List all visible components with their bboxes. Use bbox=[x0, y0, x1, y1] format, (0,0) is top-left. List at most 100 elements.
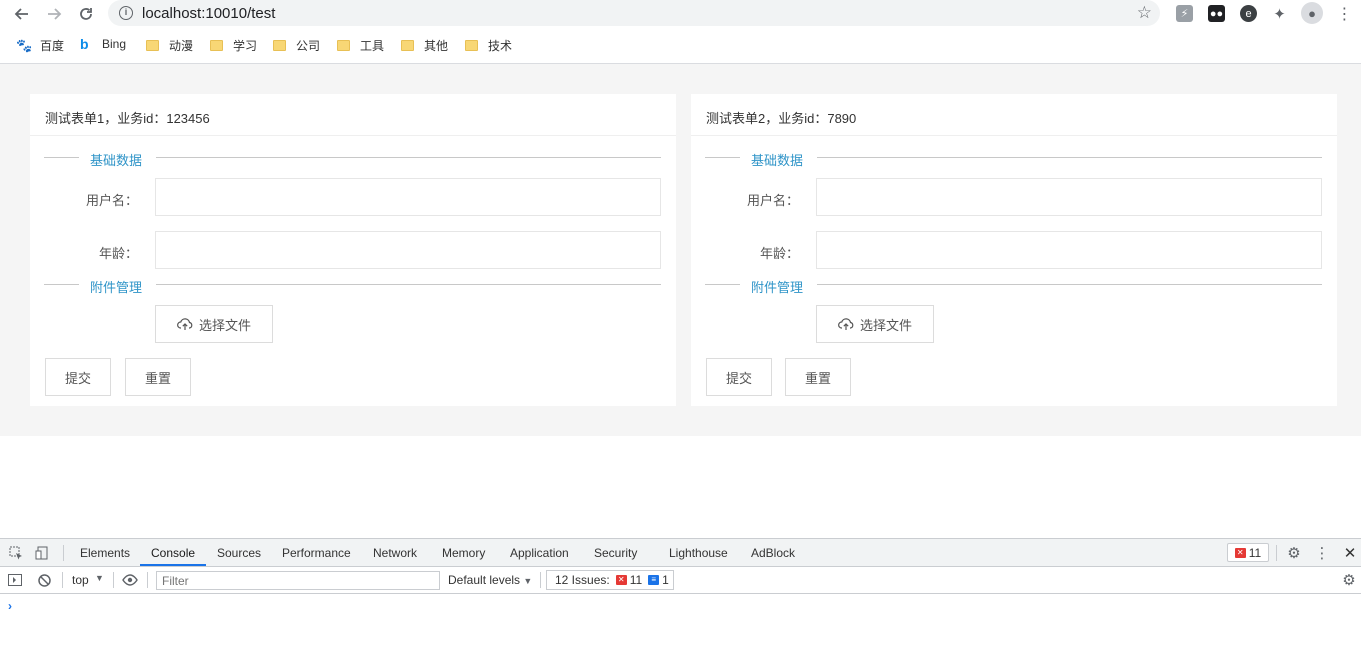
forward-arrow-icon[interactable] bbox=[44, 4, 64, 24]
issues-label: 12 Issues: bbox=[555, 573, 610, 587]
tab-sources[interactable]: Sources bbox=[217, 546, 261, 560]
inspect-element-icon[interactable] bbox=[8, 545, 24, 561]
error-icon: ✕ bbox=[1234, 547, 1246, 558]
sidebar-toggle-icon[interactable] bbox=[7, 572, 23, 588]
info-icon[interactable]: i bbox=[119, 6, 133, 20]
tab-application[interactable]: Application bbox=[510, 546, 569, 560]
bookmark-star-icon[interactable]: ☆ bbox=[1137, 3, 1152, 23]
devtools-tab-bar: Elements Console Sources Performance Net… bbox=[0, 539, 1361, 567]
cloud-upload-icon bbox=[838, 318, 854, 330]
tab-console[interactable]: Console bbox=[151, 546, 195, 560]
bookmark-label: 其他 bbox=[424, 39, 449, 53]
console-toolbar: top ▼ Filter Default levels ▼ 12 Issues:… bbox=[0, 567, 1361, 594]
reset-button[interactable]: 重置 bbox=[125, 358, 191, 396]
console-settings-gear-icon[interactable]: ⚙ bbox=[1341, 572, 1357, 589]
cloud-upload-icon bbox=[177, 318, 193, 330]
reload-icon[interactable] bbox=[76, 4, 96, 24]
bookmark-label: 学习 bbox=[233, 39, 258, 53]
card-header: 测试表单1，业务id：123456 bbox=[30, 94, 676, 136]
bookmark-label: Bing bbox=[102, 37, 127, 51]
tab-security[interactable]: Security bbox=[594, 546, 637, 560]
browser-toolbar: i localhost:10010/test ☆ ⚡ ●● e ✦ ● ⋮ bbox=[0, 0, 1361, 28]
folder-icon bbox=[401, 40, 414, 51]
more-options-icon[interactable]: ⋮ bbox=[1314, 545, 1330, 562]
device-toolbar-icon[interactable] bbox=[34, 545, 50, 561]
username-input[interactable] bbox=[816, 178, 1322, 216]
submit-button[interactable]: 提交 bbox=[45, 358, 111, 396]
section-divider-basic: 基础数据 bbox=[44, 150, 661, 168]
extension-e-icon[interactable]: e bbox=[1240, 5, 1257, 22]
bookmark-bing[interactable]: b Bing bbox=[80, 37, 126, 51]
age-label: 年龄： bbox=[98, 246, 138, 261]
bookmark-label: 动漫 bbox=[169, 39, 194, 53]
choose-file-label: 选择文件 bbox=[198, 317, 251, 333]
tab-network[interactable]: Network bbox=[373, 546, 417, 560]
log-levels-dropdown[interactable]: Default levels ▼ bbox=[448, 573, 532, 587]
choose-file-button[interactable]: 选择文件 bbox=[816, 305, 934, 343]
back-arrow-icon[interactable] bbox=[12, 4, 32, 24]
age-input[interactable] bbox=[816, 231, 1322, 269]
card-title: 测试表单1，业务id：123456 bbox=[45, 111, 210, 126]
submit-button[interactable]: 提交 bbox=[706, 358, 772, 396]
bookmark-folder-anime[interactable]: 动漫 bbox=[146, 37, 193, 54]
extension-lightning-icon[interactable]: ⚡ bbox=[1176, 5, 1193, 22]
bookmark-folder-company[interactable]: 公司 bbox=[273, 37, 320, 54]
section-title: 基础数据 bbox=[751, 153, 804, 168]
tab-memory[interactable]: Memory bbox=[442, 546, 485, 560]
profile-avatar-icon[interactable]: ● bbox=[1301, 2, 1323, 24]
url-text: localhost:10010/test bbox=[142, 5, 276, 22]
tab-elements[interactable]: Elements bbox=[80, 546, 130, 560]
console-filter-input[interactable]: Filter bbox=[156, 571, 440, 590]
extensions-puzzle-icon[interactable]: ✦ bbox=[1271, 5, 1288, 23]
error-count-badge[interactable]: ✕ 11 bbox=[1227, 543, 1269, 562]
folder-icon bbox=[210, 40, 223, 51]
folder-icon bbox=[337, 40, 350, 51]
section-title: 附件管理 bbox=[751, 280, 804, 295]
bookmark-baidu[interactable]: 🐾 百度 bbox=[16, 37, 64, 54]
tab-lighthouse[interactable]: Lighthouse bbox=[669, 546, 728, 560]
extension-tampermonkey-icon[interactable]: ●● bbox=[1208, 5, 1225, 22]
username-input[interactable] bbox=[155, 178, 661, 216]
choose-file-button[interactable]: 选择文件 bbox=[155, 305, 273, 343]
tab-performance[interactable]: Performance bbox=[282, 546, 351, 560]
address-bar[interactable]: i localhost:10010/test ☆ bbox=[108, 0, 1160, 26]
bing-icon: b bbox=[80, 36, 89, 52]
page-content: 测试表单1，业务id：123456 基础数据 用户名： 年龄： 附件管理 选择文… bbox=[0, 64, 1361, 436]
bookmark-folder-other[interactable]: 其他 bbox=[401, 37, 448, 54]
card-title: 测试表单2，业务id：7890 bbox=[706, 111, 857, 126]
issues-error-count: 11 bbox=[629, 573, 643, 587]
age-input[interactable] bbox=[155, 231, 661, 269]
age-label: 年龄： bbox=[759, 246, 799, 261]
clear-console-icon[interactable] bbox=[36, 572, 52, 588]
bookmark-label: 技术 bbox=[488, 39, 513, 53]
tab-adblock[interactable]: AdBlock bbox=[751, 546, 795, 560]
baidu-icon: 🐾 bbox=[16, 37, 33, 53]
context-selector[interactable]: top bbox=[72, 573, 89, 587]
settings-gear-icon[interactable]: ⚙ bbox=[1286, 545, 1302, 562]
reset-button[interactable]: 重置 bbox=[785, 358, 851, 396]
form-card-2: 测试表单2，业务id：7890 基础数据 用户名： 年龄： 附件管理 选择文件 … bbox=[691, 94, 1337, 406]
section-divider-attach: 附件管理 bbox=[44, 277, 661, 295]
live-expression-eye-icon[interactable] bbox=[122, 572, 138, 588]
devtools-panel: Elements Console Sources Performance Net… bbox=[0, 538, 1361, 671]
bookmark-label: 公司 bbox=[296, 39, 321, 53]
bookmark-folder-tech[interactable]: 技术 bbox=[465, 37, 512, 54]
section-title: 基础数据 bbox=[90, 153, 143, 168]
folder-icon bbox=[465, 40, 478, 51]
close-devtools-icon[interactable]: ✕ bbox=[1342, 545, 1358, 562]
username-label: 用户名： bbox=[85, 193, 138, 208]
browser-menu-icon[interactable]: ⋮ bbox=[1336, 5, 1353, 23]
bookmark-folder-study[interactable]: 学习 bbox=[210, 37, 257, 54]
folder-icon bbox=[273, 40, 286, 51]
bookmark-label: 工具 bbox=[360, 39, 385, 53]
section-divider-basic: 基础数据 bbox=[705, 150, 1322, 168]
levels-dropdown-icon: ▼ bbox=[523, 576, 533, 586]
form-card-1: 测试表单1，业务id：123456 基础数据 用户名： 年龄： 附件管理 选择文… bbox=[30, 94, 676, 406]
issues-message-count: 1 bbox=[662, 573, 669, 587]
section-title: 附件管理 bbox=[90, 280, 143, 295]
message-icon: ≡ bbox=[648, 575, 660, 585]
context-dropdown-icon[interactable]: ▼ bbox=[95, 573, 104, 583]
console-prompt[interactable]: › bbox=[8, 599, 12, 613]
issues-button[interactable]: 12 Issues: ✕ 11 ≡ 1 bbox=[546, 570, 674, 590]
bookmark-folder-tools[interactable]: 工具 bbox=[337, 37, 384, 54]
